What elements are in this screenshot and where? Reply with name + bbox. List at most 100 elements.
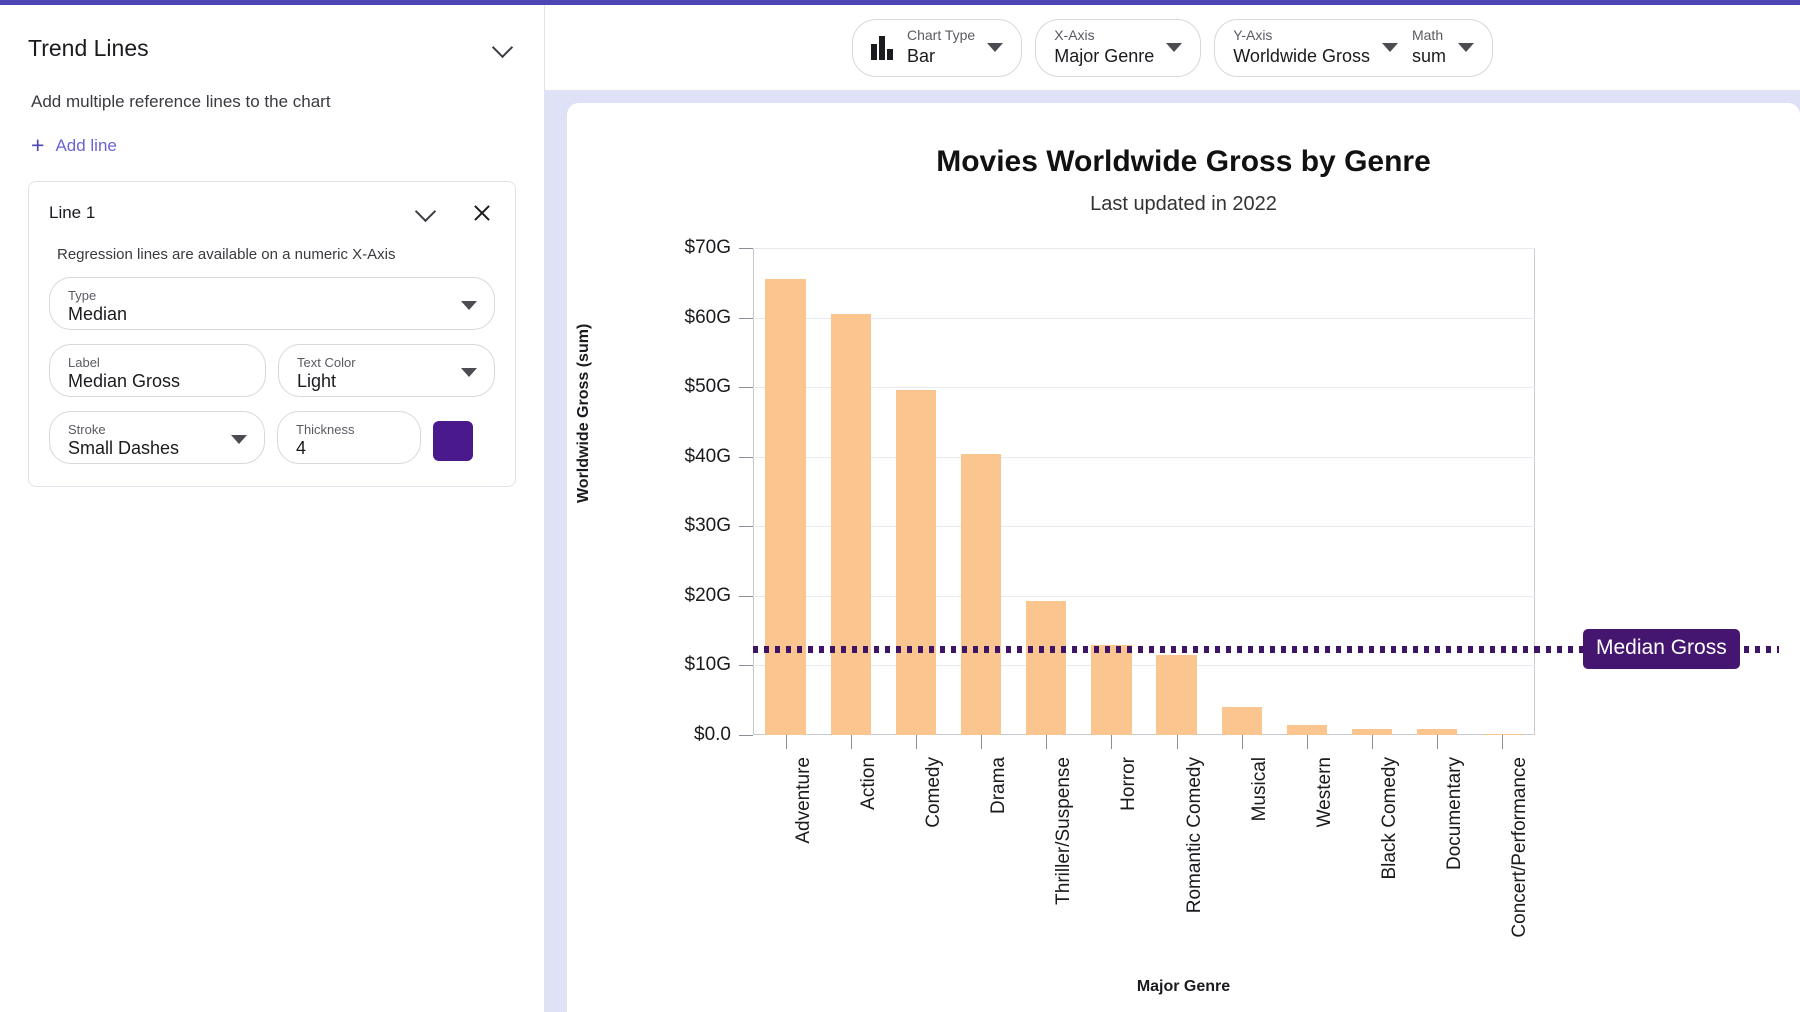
bar[interactable]	[1221, 707, 1262, 735]
bar[interactable]	[765, 278, 806, 735]
x-tick-mark	[785, 735, 787, 749]
chevron-down-icon	[231, 434, 247, 444]
x-tick-label: Concert/Performance	[1509, 757, 1531, 938]
chart-canvas: Movies Worldwide Gross by Genre Last upd…	[567, 103, 1800, 1012]
x-tick-mark	[1241, 735, 1243, 749]
x-tick-label: Black Comedy	[1379, 757, 1401, 880]
bar[interactable]	[830, 314, 871, 735]
trend-lines-sidebar: Trend Lines Add multiple reference lines…	[0, 5, 545, 1012]
text-color-label: Text Color	[297, 355, 356, 370]
page-title: Trend Lines	[28, 35, 149, 61]
type-label: Type	[68, 288, 97, 303]
y-axis-math-group[interactable]: Y-Axis Worldwide Gross Math sum	[1214, 18, 1493, 77]
text-color-select[interactable]: Text Color Light	[278, 344, 495, 397]
y-tick-label: $0.0	[694, 724, 731, 745]
bar-series	[753, 248, 1535, 735]
y-axis-label: Y-Axis	[1233, 27, 1273, 43]
x-tick-label: Thriller/Suspense	[1053, 757, 1075, 905]
x-tick-mark	[981, 735, 983, 749]
thickness-label: Thickness	[296, 422, 355, 437]
bar[interactable]	[1156, 655, 1197, 735]
thickness-input[interactable]: Thickness 4	[277, 411, 421, 464]
panel-description: Add multiple reference lines to the char…	[31, 92, 331, 111]
chart-toolbar: Chart Type Bar X-Axis Major Genre Y-Axis…	[545, 5, 1800, 90]
x-tick-mark	[1046, 735, 1048, 749]
x-axis-label: X-Axis	[1054, 27, 1095, 43]
bar[interactable]	[895, 389, 937, 735]
x-tick-label: Musical	[1248, 757, 1270, 822]
add-line-button[interactable]: + Add line	[28, 134, 516, 157]
type-value: Median	[68, 304, 128, 324]
y-axis-value: Worldwide Gross	[1233, 46, 1370, 66]
y-tick-label: $20G	[684, 584, 731, 606]
stroke-label: Stroke	[68, 422, 106, 437]
chart-title: Movies Worldwide Gross by Genre	[936, 145, 1431, 178]
label-color-row: Label Median Gross Text Color Light	[29, 344, 515, 397]
regression-hint: Regression lines are available on a nume…	[57, 246, 396, 263]
chevron-down-icon	[461, 300, 477, 310]
chart-subtitle: Last updated in 2022	[1090, 193, 1277, 215]
chevron-down-icon	[1166, 43, 1183, 52]
y-tick-label: $70G	[684, 237, 731, 258]
math-value: sum	[1411, 46, 1446, 66]
label-input[interactable]: Label Median Gross	[49, 344, 266, 397]
math-label: Math	[1411, 27, 1444, 43]
app-root: Trend Lines Add multiple reference lines…	[0, 0, 1800, 1012]
line-card-header: Line 1	[29, 182, 515, 232]
thickness-value: 4	[296, 438, 307, 458]
x-tick-mark	[850, 735, 852, 749]
bar[interactable]	[960, 453, 1002, 735]
close-icon[interactable]	[469, 200, 495, 226]
line-card-title: Line 1	[49, 203, 96, 222]
x-tick-mark	[1502, 735, 1504, 749]
median-trend-line[interactable]	[753, 646, 1535, 654]
x-tick-label: Documentary	[1444, 757, 1466, 870]
line-color-swatch[interactable]	[433, 420, 473, 461]
chart-type-select[interactable]: Chart Type Bar	[851, 18, 1023, 77]
stroke-select[interactable]: Stroke Small Dashes	[49, 411, 265, 464]
x-tick-mark	[915, 735, 917, 749]
bar[interactable]	[1026, 601, 1067, 735]
x-tick-mark	[1437, 735, 1439, 749]
y-tick-label: $40G	[684, 445, 731, 467]
x-tick-label: Drama	[988, 757, 1010, 815]
label-field-value: Median Gross	[68, 371, 181, 391]
x-axis-value: Major Genre	[1054, 46, 1155, 66]
type-row: Type Median	[29, 277, 515, 330]
x-tick-mark	[1111, 735, 1113, 749]
chart-type-value: Bar	[906, 46, 935, 66]
bar[interactable]	[1286, 725, 1328, 735]
stroke-thickness-row: Stroke Small Dashes Thickness 4	[29, 411, 515, 464]
x-tick-label: Comedy	[922, 757, 944, 828]
x-tick-label: Romantic Comedy	[1183, 757, 1205, 914]
x-tick-label: Action	[857, 757, 879, 810]
x-axis-select[interactable]: X-Axis Major Genre	[1035, 18, 1202, 77]
chevron-down-icon	[1381, 43, 1398, 52]
panel-header: Trend Lines	[28, 5, 516, 62]
y-tick-label: $30G	[684, 515, 731, 537]
plot-area: $0.0 $10G $20G $30G $40G $50G $60G $70G Adventu…	[685, 237, 1779, 938]
bar[interactable]	[1091, 644, 1132, 735]
bar-chart-icon	[870, 35, 893, 60]
x-axis-title: Major Genre	[1136, 978, 1231, 995]
trend-line-card: Line 1 Regression lines are available on…	[28, 181, 516, 487]
y-tick-label: $50G	[684, 376, 731, 398]
chevron-up-icon[interactable]	[490, 36, 516, 62]
y-tick-mark	[739, 595, 753, 597]
chart-type-label: Chart Type	[906, 27, 976, 43]
x-tick-label: Western	[1313, 757, 1335, 828]
stroke-value: Small Dashes	[68, 438, 180, 458]
y-tick-mark	[739, 526, 753, 528]
main-area: Chart Type Bar X-Axis Major Genre Y-Axis…	[545, 5, 1800, 1012]
text-color-value: Light	[297, 371, 337, 391]
chevron-up-icon[interactable]	[413, 200, 439, 226]
x-tick-label: Horror	[1118, 757, 1140, 811]
y-tick-mark	[739, 387, 753, 389]
trend-line-badge[interactable]: Median Gross	[1583, 629, 1740, 670]
chevron-down-icon	[987, 43, 1004, 52]
y-tick-mark	[739, 456, 753, 458]
type-select[interactable]: Type Median	[49, 277, 495, 330]
y-axis-title: Worldwide Gross (sum)	[575, 323, 592, 503]
add-line-label: Add line	[55, 135, 117, 155]
x-tick-mark	[1306, 735, 1308, 749]
